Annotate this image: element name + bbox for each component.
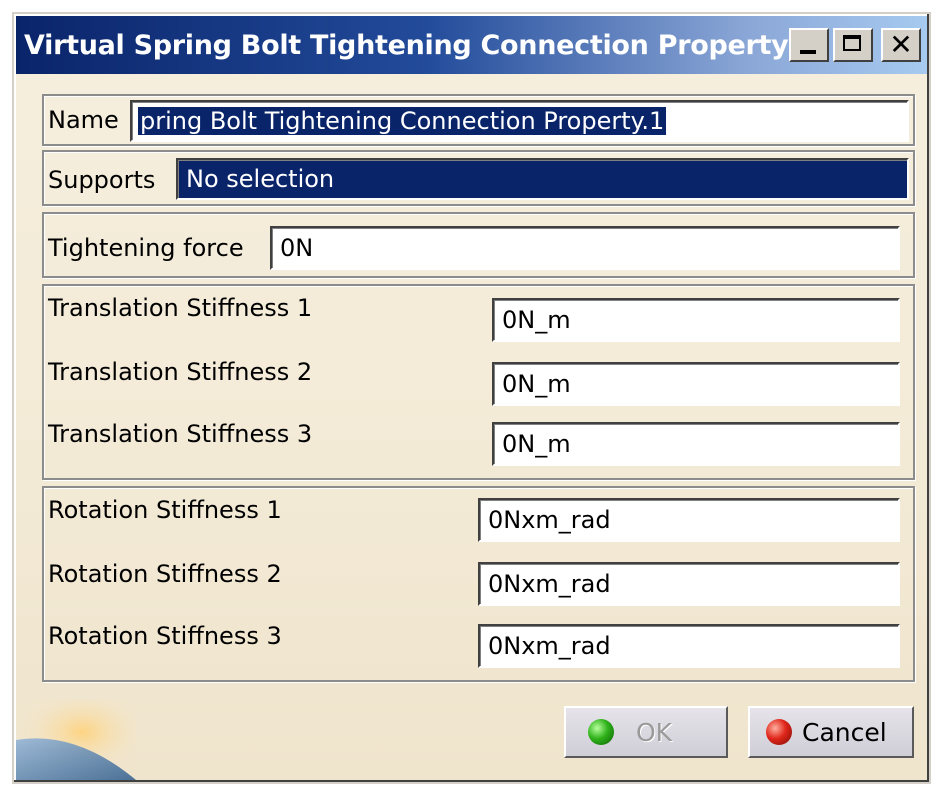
- rotation-stiffness-2-value: 0Nxm_rad: [488, 570, 611, 598]
- rotation-stiffness-3-value: 0Nxm_rad: [488, 632, 611, 660]
- maximize-button[interactable]: [833, 28, 873, 62]
- close-icon: ✕: [889, 28, 913, 61]
- red-led-icon: [766, 719, 792, 745]
- supports-label: Supports: [48, 166, 156, 194]
- minimize-icon: [800, 50, 816, 54]
- rotation-stiffness-2-label: Rotation Stiffness 2: [48, 560, 282, 588]
- name-input[interactable]: pring Bolt Tightening Connection Propert…: [130, 100, 909, 142]
- window-title: Virtual Spring Bolt Tightening Connectio…: [24, 29, 789, 61]
- window-controls: ✕: [789, 28, 921, 62]
- green-led-icon: [588, 719, 614, 745]
- translation-stiffness-group: Translation Stiffness 1 0N_m Translation…: [42, 284, 915, 480]
- translation-stiffness-2-label: Translation Stiffness 2: [48, 358, 313, 386]
- minimize-button[interactable]: [789, 28, 829, 62]
- cancel-button-label: Cancel: [802, 717, 887, 747]
- rotation-stiffness-2-input[interactable]: 0Nxm_rad: [478, 562, 900, 606]
- rotation-stiffness-3-label: Rotation Stiffness 3: [48, 622, 282, 650]
- translation-stiffness-3-label: Translation Stiffness 3: [48, 420, 313, 448]
- tightening-force-input[interactable]: 0N: [270, 226, 900, 270]
- maximize-icon: [843, 35, 861, 51]
- translation-stiffness-2-value: 0N_m: [502, 370, 571, 398]
- translation-stiffness-1-label: Translation Stiffness 1: [48, 294, 313, 322]
- tightening-group: Tightening force 0N: [42, 212, 915, 278]
- translation-stiffness-1-value: 0N_m: [502, 306, 571, 334]
- dialog-window: Virtual Spring Bolt Tightening Connectio…: [12, 12, 931, 784]
- translation-stiffness-3-value: 0N_m: [502, 430, 571, 458]
- translation-stiffness-3-input[interactable]: 0N_m: [492, 422, 900, 466]
- tightening-force-label: Tightening force: [48, 234, 244, 262]
- name-group: Name pring Bolt Tightening Connection Pr…: [42, 94, 915, 146]
- ok-button-label: OK: [636, 717, 673, 747]
- translation-stiffness-1-input[interactable]: 0N_m: [492, 298, 900, 342]
- supports-value: No selection: [186, 165, 335, 193]
- title-bar[interactable]: Virtual Spring Bolt Tightening Connectio…: [16, 16, 927, 74]
- cancel-button[interactable]: Cancel: [748, 706, 914, 758]
- catia-decoration-graphic: [16, 700, 136, 780]
- name-label: Name: [48, 106, 119, 134]
- rotation-stiffness-group: Rotation Stiffness 1 0Nxm_rad Rotation S…: [42, 486, 915, 682]
- rotation-stiffness-1-label: Rotation Stiffness 1: [48, 496, 282, 524]
- ok-button[interactable]: OK: [564, 706, 728, 758]
- tightening-force-value: 0N: [280, 234, 314, 262]
- name-value: pring Bolt Tightening Connection Propert…: [138, 107, 667, 135]
- close-button[interactable]: ✕: [881, 28, 921, 62]
- rotation-stiffness-1-value: 0Nxm_rad: [488, 506, 611, 534]
- translation-stiffness-2-input[interactable]: 0N_m: [492, 362, 900, 406]
- rotation-stiffness-1-input[interactable]: 0Nxm_rad: [478, 498, 900, 542]
- supports-selector[interactable]: No selection: [176, 158, 909, 200]
- rotation-stiffness-3-input[interactable]: 0Nxm_rad: [478, 624, 900, 668]
- supports-group: Supports No selection: [42, 150, 915, 206]
